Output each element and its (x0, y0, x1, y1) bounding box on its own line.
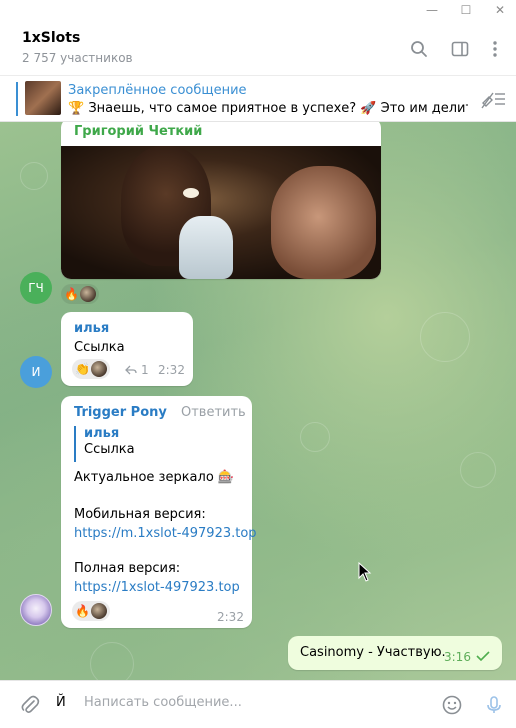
message-author[interactable]: Trigger Pony (74, 405, 167, 420)
photo-figure-right (271, 166, 376, 279)
text-message-bubble[interactable]: Trigger Pony Ответить илья Ссылка Актуал… (61, 396, 257, 628)
fire-icon: 🔥 (64, 287, 79, 301)
reply-button[interactable]: Ответить (181, 405, 246, 420)
close-button[interactable]: ✕ (482, 0, 516, 20)
photo-highlight (183, 188, 199, 198)
message-line: Полная версия: (74, 561, 181, 576)
sidebar-toggle-icon[interactable] (449, 38, 471, 60)
message-line: Актуальное зеркало 🎰 (74, 470, 235, 485)
message-photo[interactable] (61, 146, 381, 279)
quote-text: Ссылка (84, 442, 135, 457)
pinned-title: Закреплённое сообщение (68, 83, 247, 98)
chat-header[interactable]: 1xSlots 2 757 участников (0, 20, 516, 76)
pinned-accent-line (16, 82, 18, 116)
message-time: 3:16 (444, 650, 471, 664)
avatar[interactable] (20, 594, 52, 626)
reactor-avatar (79, 286, 96, 302)
message-author[interactable]: Григорий Четкий (74, 124, 202, 139)
message-line: Мобильная версия: (74, 507, 206, 522)
wallpaper-doodle (460, 452, 496, 488)
reactor-avatar (90, 361, 107, 377)
fire-icon: 🔥 (75, 604, 90, 618)
chat-title: 1xSlots (22, 30, 81, 46)
reply-count: 1 (141, 363, 149, 377)
message-author[interactable]: илья (74, 321, 109, 336)
outgoing-message-bubble[interactable]: Casinomy - Участвую. 3:16 (288, 636, 502, 670)
full-link[interactable]: https://1xslot-497923.top (74, 580, 240, 595)
avatar-initials: ГЧ (28, 281, 44, 295)
window-titlebar: — ☐ ✕ (0, 0, 516, 20)
read-check-icon (476, 651, 490, 661)
reaction-chip[interactable]: 👏 (72, 359, 110, 379)
reaction-chip[interactable]: 🔥 (72, 601, 110, 621)
wallpaper-doodle (300, 422, 330, 452)
replies-count[interactable]: 1 (125, 363, 149, 377)
member-count: 2 757 участников (22, 51, 133, 65)
minimize-button[interactable]: — (414, 0, 450, 20)
avatar[interactable]: ГЧ (20, 272, 52, 304)
avatar[interactable]: И (20, 356, 52, 388)
message-input-value[interactable]: Й (56, 695, 66, 710)
photo-message-bubble[interactable]: Григорий Четкий (61, 122, 381, 279)
quoted-message[interactable]: илья Ссылка (74, 426, 239, 462)
clap-icon: 👏 (75, 362, 90, 376)
reactor-avatar (90, 603, 107, 619)
avatar-initials: И (31, 365, 41, 379)
emoji-icon[interactable] (440, 693, 464, 717)
unpin-icon[interactable] (480, 88, 506, 110)
message-text: Ссылка (74, 340, 125, 355)
text-message-bubble[interactable]: илья Ссылка 👏 1 2:32 (61, 312, 193, 386)
maximize-button[interactable]: ☐ (448, 0, 484, 20)
message-composer[interactable]: Й Написать сообщение... (0, 680, 516, 728)
wallpaper-doodle (420, 312, 470, 362)
wallpaper-doodle (20, 162, 48, 190)
quote-author: илья (84, 426, 120, 441)
mobile-link[interactable]: https://m.1xslot-497923.top (74, 526, 257, 541)
pinned-message-bar[interactable]: Закреплённое сообщение 🏆 Знаешь, что сам… (0, 76, 516, 122)
message-time: 2:32 (158, 363, 185, 377)
mouse-cursor-icon (358, 562, 372, 582)
wallpaper-doodle (90, 642, 134, 680)
message-input[interactable]: Написать сообщение... (84, 695, 242, 710)
reply-arrow-icon (125, 365, 137, 375)
reaction-chip[interactable]: 🔥 (61, 284, 99, 304)
attach-icon[interactable] (18, 693, 42, 717)
photo-bottle (179, 216, 233, 279)
reactions-row[interactable]: 🔥 (61, 284, 99, 304)
more-menu-icon[interactable] (484, 38, 506, 60)
message-time: 2:32 (217, 610, 244, 624)
microphone-icon[interactable] (482, 693, 506, 717)
message-text: Casinomy - Участвую. (300, 645, 446, 660)
pinned-thumbnail (25, 81, 61, 115)
pinned-text: 🏆 Знаешь, что самое приятное в успехе? 🚀… (68, 101, 468, 116)
message-list[interactable]: Григорий Четкий ГЧ 🔥 илья Ссылка 👏 1 2:3… (0, 122, 516, 680)
search-icon[interactable] (408, 38, 430, 60)
